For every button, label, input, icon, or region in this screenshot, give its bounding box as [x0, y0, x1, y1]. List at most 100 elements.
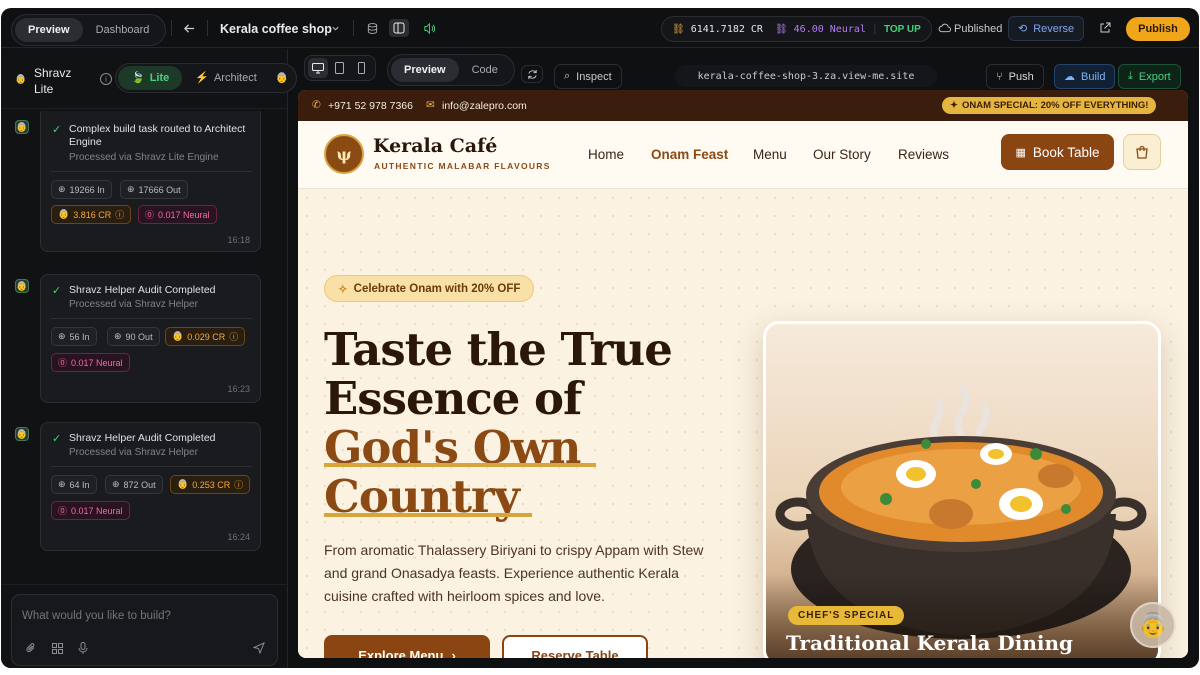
- publish-button[interactable]: Publish: [1126, 17, 1190, 41]
- build-button[interactable]: ☁ Build: [1054, 64, 1116, 89]
- tokens-in: 64 In: [69, 479, 90, 490]
- prompt-input[interactable]: [22, 607, 267, 625]
- external-link-icon[interactable]: [1098, 21, 1112, 35]
- assistant-avatar: 👵: [15, 279, 29, 293]
- nav-menu[interactable]: Menu: [753, 147, 787, 162]
- calendar-icon: ▦: [1015, 146, 1026, 159]
- nav-home[interactable]: Home: [588, 147, 624, 162]
- card-title: Shravz Helper Audit Completed: [69, 284, 216, 296]
- assistant-avatar-bubble[interactable]: 👵: [1130, 602, 1176, 648]
- hero-badge: ✧ Celebrate Onam with 20% OFF: [324, 275, 535, 302]
- history-icon: ⟲: [1018, 23, 1028, 35]
- email-address[interactable]: info@zalepro.com: [442, 100, 527, 112]
- inspect-label: Inspect: [576, 70, 612, 83]
- tab-architect[interactable]: ⚡ Architect: [182, 66, 270, 90]
- refresh-icon[interactable]: [521, 65, 543, 83]
- nav-onam-feast[interactable]: Onam Feast: [651, 147, 728, 162]
- coin-icon: 👵: [177, 479, 189, 489]
- card-subtitle: Processed via Shravz Helper: [69, 447, 198, 458]
- tokens-out-chip: ⊕ 872 Out: [105, 475, 163, 494]
- info-icon: ⓘ: [229, 332, 239, 342]
- cart-icon[interactable]: [1123, 134, 1161, 170]
- send-icon[interactable]: [252, 641, 266, 655]
- tab-lite[interactable]: 🍃 Lite: [118, 66, 183, 90]
- reserve-table-button[interactable]: Reserve Table: [502, 635, 648, 658]
- grid-icon[interactable]: [50, 641, 64, 655]
- cr-chip: 👵 0.253 CR ⓘ: [170, 475, 251, 494]
- desktop-icon[interactable]: [308, 58, 328, 78]
- inspect-button[interactable]: ⌕ Inspect: [554, 64, 622, 89]
- tab-preview-view[interactable]: Preview: [391, 58, 459, 82]
- neural-icon: ⓪: [145, 210, 155, 220]
- site-topbar: ✆ +971 52 978 7366 ✉ info@zalepro.com ✦ O…: [298, 90, 1188, 121]
- top-bar: Preview Dashboard Kerala coffee shop ⛓ 6…: [1, 8, 1199, 48]
- headline-line-2: Essence of: [324, 372, 582, 425]
- tokens-out: 90 Out: [125, 331, 153, 342]
- tab-dashboard[interactable]: Dashboard: [83, 18, 163, 42]
- download-icon: ⤓: [1128, 70, 1133, 82]
- divider: [171, 20, 172, 36]
- top-up-button[interactable]: TOP UP: [884, 24, 921, 35]
- tab-code[interactable]: Code: [459, 58, 511, 82]
- sparkle-icon: ✦: [950, 100, 958, 111]
- info-icon: ⓘ: [115, 210, 125, 220]
- sound-icon[interactable]: [421, 20, 437, 36]
- url-bar[interactable]: kerala-coffee-shop-3.za.view-me.site: [675, 65, 937, 87]
- arrow-in-icon: ⊕: [58, 479, 66, 489]
- tab-architect-label: Architect: [213, 72, 257, 84]
- brand-name[interactable]: Kerala Café: [373, 135, 497, 157]
- arrow-out-icon: ⊕: [114, 331, 122, 341]
- neural-value: 46.00 Neural: [793, 23, 866, 35]
- explore-menu-button[interactable]: Explore Menu ›: [324, 635, 490, 658]
- leaf-icon: 🍃: [131, 72, 145, 84]
- tab-preview[interactable]: Preview: [15, 18, 83, 42]
- credits-bar: ⛓ 6141.7182 CR ⛓ 46.00 Neural | TOP UP: [661, 16, 932, 42]
- project-name[interactable]: Kerala coffee shop: [220, 22, 332, 36]
- fork-knife-icon[interactable]: ψ: [324, 134, 364, 174]
- promo-text: ONAM SPECIAL: 20% OFF EVERYTHING!: [961, 100, 1149, 111]
- neural-chip: ⓪ 0.017 Neural: [138, 205, 217, 224]
- phone-number[interactable]: +971 52 978 7366: [328, 100, 413, 112]
- link-icon: ⛓: [672, 23, 685, 35]
- book-table-label: Book Table: [1032, 144, 1100, 160]
- export-button[interactable]: ⤓ Export: [1118, 64, 1181, 89]
- timestamp: 16:24: [227, 532, 250, 542]
- avatar: 👵: [15, 73, 27, 84]
- card-title: Shravz Helper Audit Completed: [69, 432, 216, 444]
- back-arrow-icon[interactable]: [181, 20, 197, 36]
- cr-chip: 👵 0.029 CR ⓘ: [165, 327, 246, 346]
- attach-icon[interactable]: [24, 641, 38, 655]
- check-icon: ✓: [52, 285, 62, 297]
- device-switch: [304, 55, 376, 81]
- site-preview: ✆ +971 52 978 7366 ✉ info@zalepro.com ✦ O…: [298, 90, 1188, 658]
- arrow-right-icon: ›: [451, 647, 456, 659]
- check-icon: ✓: [52, 124, 62, 136]
- info-icon[interactable]: i: [100, 73, 112, 85]
- timestamp: 16:18: [227, 235, 250, 245]
- featured-dish-card[interactable]: CHEF'S SPECIAL Traditional Kerala Dining: [763, 321, 1161, 658]
- database-icon[interactable]: [364, 20, 380, 36]
- mobile-icon[interactable]: [350, 58, 372, 78]
- arrow-out-icon: ⊕: [112, 479, 120, 489]
- cr-value: 3.816 CR: [73, 209, 112, 220]
- sparkle-icon: ✧: [338, 283, 348, 296]
- divider: [51, 318, 252, 319]
- nav-reviews[interactable]: Reviews: [898, 147, 949, 162]
- microphone-icon[interactable]: [76, 641, 90, 655]
- nav-our-story[interactable]: Our Story: [813, 147, 871, 162]
- git-branch-icon: ⑂: [996, 70, 1003, 83]
- tokens-in: 56 In: [69, 331, 90, 342]
- reverse-button[interactable]: ⟲ Reverse: [1008, 16, 1085, 41]
- layout-toggle-icon[interactable]: [389, 19, 409, 37]
- bolt-icon: ⚡: [195, 72, 209, 84]
- search-icon: ⌕: [564, 70, 571, 82]
- arrow-in-icon: ⊕: [58, 331, 66, 341]
- assistant-avatar: 👵: [15, 120, 29, 134]
- message-card: ✓ Complex build task routed to Architect…: [40, 111, 261, 252]
- tablet-icon[interactable]: [328, 58, 350, 78]
- chef-special-badge: CHEF'S SPECIAL: [788, 606, 905, 625]
- check-icon: ✓: [52, 433, 62, 445]
- chevron-down-icon[interactable]: [329, 22, 341, 34]
- book-table-button[interactable]: ▦ Book Table: [1001, 134, 1114, 170]
- push-button[interactable]: ⑂ Push: [986, 64, 1044, 89]
